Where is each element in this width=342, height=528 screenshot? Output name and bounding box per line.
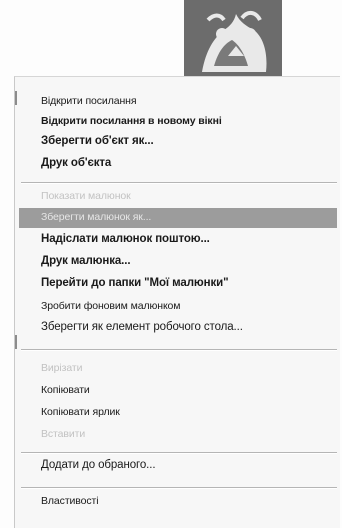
linked-image[interactable] xyxy=(184,0,282,84)
menu-item-properties[interactable]: Властивості xyxy=(41,495,99,507)
menu-item-show-picture: Показати малюнок xyxy=(41,190,131,202)
menu-item-save-object-as[interactable]: Зберегти об'єкт як... xyxy=(41,135,154,147)
menu-separator xyxy=(21,487,337,489)
menu-edge-mark xyxy=(15,335,17,349)
menu-item-email-picture[interactable]: Надіслати малюнок поштою... xyxy=(41,233,210,245)
menu-item-paste: Вставити xyxy=(41,428,86,440)
screenshot-page: Відкрити посилання Відкрити посилання в … xyxy=(0,0,342,528)
menu-item-open-link[interactable]: Відкрити посилання xyxy=(41,95,137,107)
menu-item-open-link-new-window[interactable]: Відкрити посилання в новому вікні xyxy=(41,115,222,127)
context-menu: Відкрити посилання Відкрити посилання в … xyxy=(14,76,340,528)
menu-edge-mark xyxy=(15,91,17,105)
menu-item-cut: Вирізати xyxy=(41,362,83,374)
menu-item-go-to-my-pictures[interactable]: Перейти до папки "Мої малюнки" xyxy=(41,277,229,289)
menu-item-save-picture-as[interactable]: Зберегти малюнок як... xyxy=(41,211,151,223)
menu-separator xyxy=(21,452,337,454)
menu-item-copy[interactable]: Копіювати xyxy=(41,384,90,396)
folk-ornament-icon xyxy=(184,0,282,84)
menu-separator xyxy=(21,182,337,184)
menu-item-copy-shortcut[interactable]: Копіювати ярлик xyxy=(41,406,120,418)
menu-item-set-as-desktop-item[interactable]: Зберегти як елемент робочого стола... xyxy=(41,321,243,333)
menu-item-add-to-favorites[interactable]: Додати до обраного... xyxy=(41,459,156,471)
menu-item-set-as-background[interactable]: Зробити фоновим малюнком xyxy=(41,300,181,312)
menu-item-print-object[interactable]: Друк об'єкта xyxy=(41,157,111,169)
menu-item-print-picture[interactable]: Друк малюнка... xyxy=(41,255,131,267)
menu-separator xyxy=(21,349,337,351)
